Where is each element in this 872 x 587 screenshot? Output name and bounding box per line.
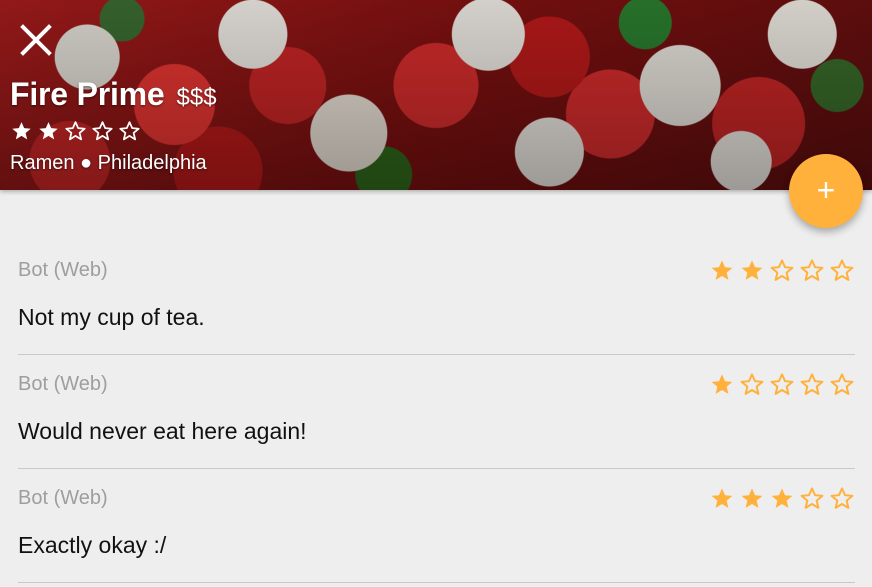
star-filled-icon — [739, 486, 765, 512]
star-outline-icon — [799, 258, 825, 284]
restaurant-header: Fire Prime $$$ Ramen ● Philadelphia — [0, 0, 872, 190]
review-item: Bot (Web) Not my cup of tea. — [18, 241, 855, 355]
star-outline-icon — [799, 486, 825, 512]
star-outline-icon — [769, 372, 795, 398]
star-filled-icon — [10, 120, 33, 143]
review-item: Bot (Web) Exactly okay :/ — [18, 469, 855, 583]
restaurant-title: Fire Prime — [10, 76, 165, 112]
star-outline-icon — [829, 258, 855, 284]
star-outline-icon — [769, 258, 795, 284]
review-rating — [709, 258, 855, 284]
review-text: Not my cup of tea. — [18, 304, 205, 330]
reviews-list: Bot (Web) Not my cup of tea. Bot (Web) W… — [18, 241, 855, 583]
review-author: Bot (Web) — [18, 373, 108, 395]
star-outline-icon — [829, 486, 855, 512]
star-filled-icon — [709, 258, 735, 284]
star-filled-icon — [37, 120, 60, 143]
star-outline-icon — [91, 120, 114, 143]
star-filled-icon — [709, 486, 735, 512]
star-filled-icon — [709, 372, 735, 398]
price-level: $$$ — [176, 84, 217, 111]
review-rating — [709, 486, 855, 512]
star-outline-icon — [799, 372, 825, 398]
star-outline-icon — [118, 120, 141, 143]
plus-icon: + — [816, 171, 836, 208]
star-outline-icon — [739, 372, 765, 398]
restaurant-subtitle: Ramen ● Philadelphia — [10, 152, 207, 174]
review-rating — [709, 372, 855, 398]
review-author: Bot (Web) — [18, 487, 108, 509]
close-button[interactable] — [14, 18, 58, 62]
review-item: Bot (Web) Would never eat here again! — [18, 355, 855, 469]
star-outline-icon — [829, 372, 855, 398]
review-text: Exactly okay :/ — [18, 532, 167, 558]
star-filled-icon — [769, 486, 795, 512]
review-author: Bot (Web) — [18, 259, 108, 281]
add-review-button[interactable]: + — [789, 154, 863, 228]
close-icon — [19, 23, 53, 57]
star-outline-icon — [64, 120, 87, 143]
review-text: Would never eat here again! — [18, 418, 307, 444]
header-rating — [10, 120, 141, 143]
star-filled-icon — [739, 258, 765, 284]
title-row: Fire Prime $$$ — [10, 76, 217, 113]
